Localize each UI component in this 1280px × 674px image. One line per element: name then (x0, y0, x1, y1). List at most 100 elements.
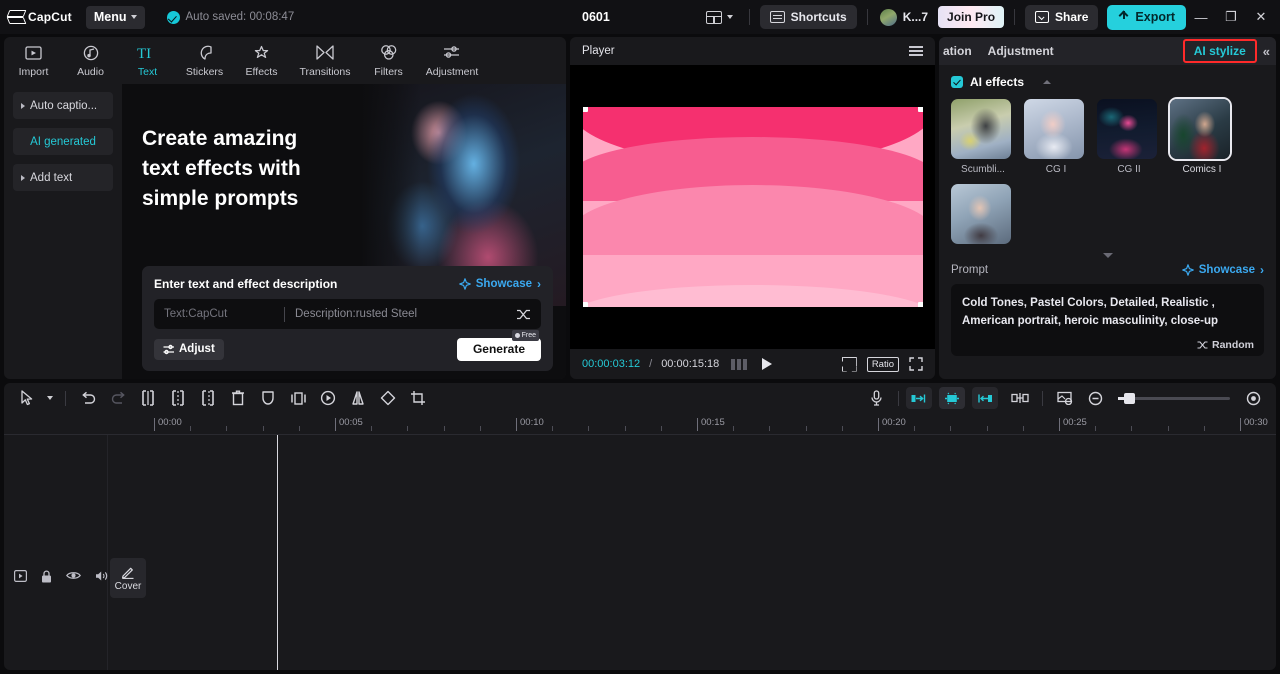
layout-selector[interactable] (700, 10, 739, 24)
showcase-link[interactable]: Showcase › (1181, 264, 1264, 276)
tab-effects[interactable]: Effects (234, 38, 289, 83)
sidebar-item-ai-generated[interactable]: AI generated (13, 128, 113, 155)
free-dot-icon (514, 332, 520, 338)
shortcuts-label: Shortcuts (790, 10, 847, 24)
effect-card[interactable]: CG II (1097, 99, 1161, 175)
effect-card-selected[interactable]: Comics I (1170, 99, 1234, 175)
effect-card[interactable]: CG I (1024, 99, 1088, 175)
minimize-button[interactable]: — (1186, 0, 1216, 34)
text-input[interactable]: Text:CapCut (164, 308, 284, 320)
play-icon[interactable] (762, 358, 773, 370)
prompt-label: Prompt (951, 264, 989, 276)
project-title: 0601 (582, 10, 610, 24)
resize-handle-top-right[interactable] (917, 107, 923, 112)
undo-icon[interactable] (73, 385, 103, 411)
random-button[interactable]: Random (1197, 339, 1254, 351)
player-title: Player (582, 45, 615, 57)
ruler-minor-tick (914, 426, 916, 431)
tab-adjustment[interactable]: Adjustment (988, 44, 1054, 58)
link-icon[interactable] (1005, 385, 1035, 411)
zoom-frame-icon[interactable] (842, 357, 857, 372)
select-tool-icon[interactable] (12, 385, 42, 411)
thumbnail-icon[interactable] (1050, 385, 1080, 411)
tab-animation[interactable]: ation (943, 44, 972, 58)
resize-handle-bottom-left[interactable] (582, 302, 588, 307)
voiceover-icon[interactable] (861, 385, 891, 411)
close-button[interactable]: ✕ (1246, 0, 1276, 34)
collapse-panel-icon[interactable]: « (1263, 44, 1270, 59)
track-icon[interactable] (14, 570, 27, 583)
timeline-ruler[interactable]: 00:00 00:05 00:10 00:15 00:20 00:25 00:30 (4, 413, 1276, 435)
effect-card[interactable]: Scumbli... (951, 99, 1015, 175)
split-icon[interactable] (133, 385, 163, 411)
frame-step-icon[interactable] (731, 358, 748, 370)
resize-handle-top-left[interactable] (582, 107, 588, 112)
ai-effects-checkbox[interactable] (951, 76, 963, 88)
freeze-frame-icon[interactable] (283, 385, 313, 411)
eye-icon[interactable] (66, 570, 81, 583)
tab-transitions[interactable]: Transitions (291, 38, 359, 83)
ruler-minor-tick (1131, 426, 1133, 431)
zoom-fit-icon[interactable] (1238, 385, 1268, 411)
tab-import[interactable]: Import (6, 38, 61, 83)
snap-right-icon[interactable] (972, 387, 998, 409)
export-button[interactable]: Export (1107, 4, 1186, 30)
ai-effects-header[interactable]: AI effects (951, 75, 1264, 89)
showcase-link[interactable]: Showcase › (458, 278, 541, 290)
mask-icon[interactable] (253, 385, 283, 411)
resize-handle-bottom-right[interactable] (917, 302, 923, 307)
tab-audio[interactable]: Audio (63, 38, 118, 83)
tab-ai-stylize[interactable]: AI stylize (1182, 39, 1257, 63)
chevron-up-icon[interactable] (1043, 80, 1052, 84)
tab-adjustment[interactable]: Adjustment (418, 38, 486, 83)
player-stage (570, 65, 935, 349)
prompt-textarea[interactable]: Cold Tones, Pastel Colors, Detailed, Rea… (951, 284, 1264, 356)
shuffle-icon[interactable] (516, 308, 531, 321)
trim-left-icon[interactable] (163, 385, 193, 411)
effect-card[interactable] (951, 184, 1015, 249)
divider (1014, 9, 1016, 25)
video-preview[interactable] (582, 107, 923, 307)
sidebar-item-add-text[interactable]: Add text (13, 164, 113, 191)
hamburger-icon[interactable] (909, 46, 923, 56)
description-input[interactable]: Description:rusted Steel (295, 308, 516, 320)
zoom-out-icon[interactable] (1080, 385, 1110, 411)
snap-left-icon[interactable] (906, 387, 932, 409)
expand-more-icon[interactable] (1102, 253, 1113, 258)
tab-stickers[interactable]: Stickers (177, 38, 232, 83)
right-panel-tabbar: ation Adjustment AI stylize « (939, 37, 1276, 65)
ratio-button[interactable]: Ratio (866, 356, 899, 372)
maximize-button[interactable]: ❐ (1216, 0, 1246, 34)
generate-button[interactable]: Generate (456, 337, 541, 361)
crop-icon[interactable] (403, 385, 433, 411)
redo-icon[interactable] (103, 385, 133, 411)
shortcuts-button[interactable]: Shortcuts (759, 5, 857, 29)
menu-button[interactable]: Menu (85, 5, 145, 29)
prompt-input-row[interactable]: Text:CapCut Description:rusted Steel (154, 299, 541, 329)
account-chip[interactable]: K...7 (879, 8, 928, 26)
trim-right-icon[interactable] (193, 385, 223, 411)
lock-icon[interactable] (41, 570, 52, 583)
adjust-button[interactable]: Adjust (154, 338, 224, 360)
tab-filters[interactable]: Filters (361, 38, 416, 83)
playhead[interactable] (277, 435, 278, 670)
sidebar-item-auto-captions[interactable]: Auto captio... (13, 92, 113, 119)
player-panel: Player 00:00:03:12 / 00:00:15:18 Ratio (570, 37, 935, 379)
select-dropdown-icon[interactable] (42, 385, 58, 411)
delete-icon[interactable] (223, 385, 253, 411)
zoom-slider[interactable] (1118, 392, 1230, 404)
rotate-icon[interactable] (373, 385, 403, 411)
tab-text[interactable]: TI Text (120, 38, 175, 83)
hero-line-2: text effects with (142, 157, 301, 180)
reverse-icon[interactable] (313, 385, 343, 411)
mirror-icon[interactable] (343, 385, 373, 411)
cover-button[interactable]: Cover (110, 558, 146, 598)
snap-center-icon[interactable] (939, 387, 965, 409)
volume-icon[interactable] (95, 570, 108, 583)
fullscreen-icon[interactable] (909, 357, 923, 371)
ruler-minor-tick (479, 426, 481, 431)
share-button[interactable]: Share (1025, 4, 1099, 30)
join-pro-button[interactable]: Join Pro (938, 6, 1005, 28)
zoom-slider-knob[interactable] (1124, 392, 1135, 404)
player-footer-right: Ratio (842, 356, 923, 372)
